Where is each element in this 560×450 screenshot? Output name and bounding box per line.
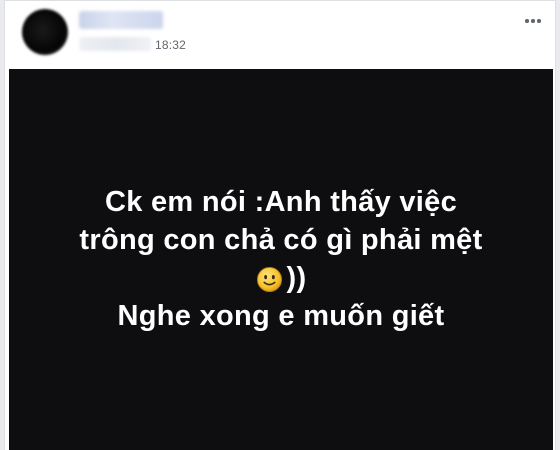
post-card: 18:32 Ck em nói :Anh thấy việc trông con…: [4, 0, 556, 450]
status-line-4: Nghe xong e muốn giết: [117, 300, 445, 332]
status-background[interactable]: Ck em nói :Anh thấy việc trông con chả c…: [9, 69, 553, 450]
slightly-smiling-face-icon: [256, 266, 282, 292]
author-name-link[interactable]: [79, 11, 163, 29]
status-line-2: trông con chả có gì phải mệt: [79, 224, 483, 256]
post-header: 18:32: [5, 1, 555, 65]
dot: [525, 19, 529, 23]
author-avatar[interactable]: [22, 9, 68, 55]
status-line-3-text: )): [286, 262, 307, 294]
dot: [531, 19, 535, 23]
more-options-icon[interactable]: [521, 9, 545, 33]
dot: [537, 19, 541, 23]
status-line-1: Ck em nói :Anh thấy việc: [104, 186, 458, 218]
post-timestamp[interactable]: 18:32: [155, 38, 186, 52]
post-meta-blurred: [79, 37, 151, 51]
status-line-3: )): [256, 259, 307, 297]
